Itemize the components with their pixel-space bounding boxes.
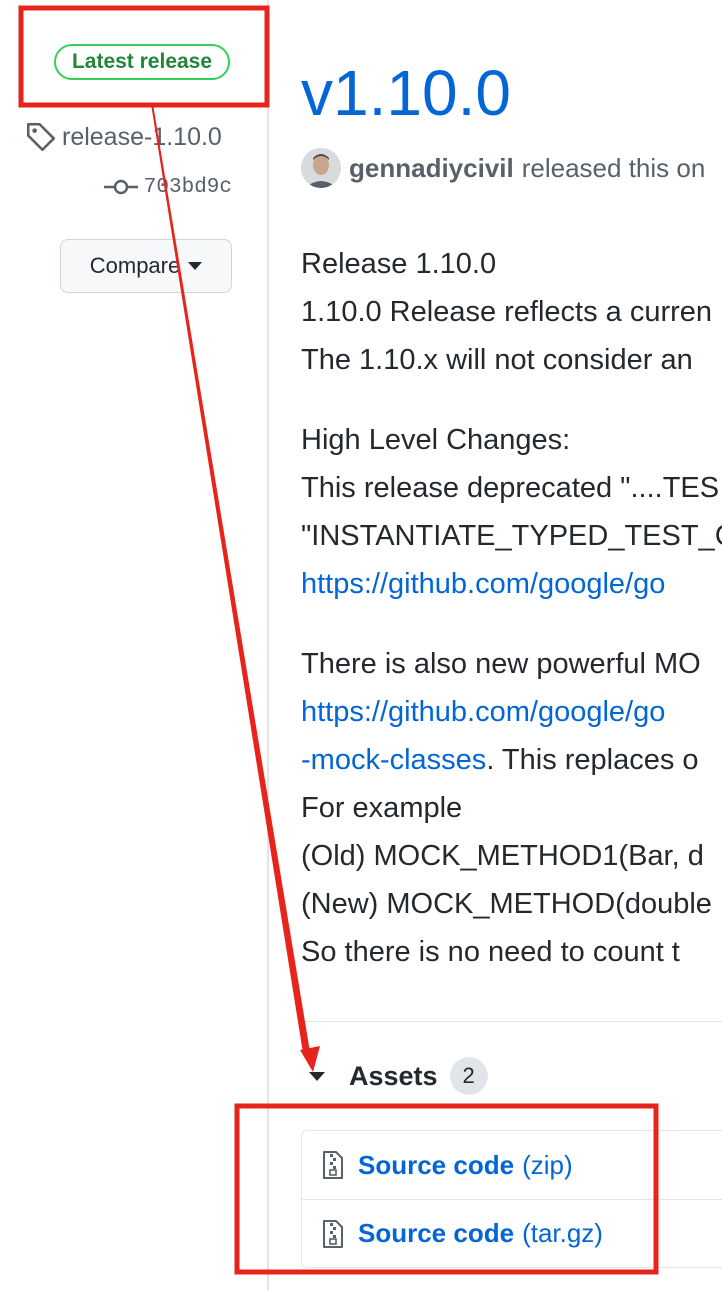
release-main: v1.10.0 gennadiycivil released this on R…	[269, 0, 722, 1290]
notes-line: 1.10.0 Release reflects a curren	[301, 296, 713, 328]
release-title[interactable]: v1.10.0	[301, 56, 511, 130]
notes-line: "INSTANTIATE_TYPED_TEST_CA	[301, 520, 722, 552]
release-sidebar: Latest release release-1.10.0 703bd9c Co…	[0, 0, 268, 1290]
latest-release-badge: Latest release	[54, 44, 230, 80]
notes-line: (Old) MOCK_METHOD1(Bar, d	[301, 840, 704, 872]
asset-name: Source code	[358, 1149, 515, 1180]
commit-link[interactable]: 703bd9c	[103, 172, 232, 202]
notes-line: So there is no need to count t	[301, 936, 680, 968]
compare-label: Compare	[89, 253, 181, 278]
file-zip-icon	[323, 1151, 343, 1179]
asset-type: (zip)	[522, 1149, 573, 1180]
notes-line: For example	[301, 792, 463, 824]
notes-line: There is also new powerful MO	[301, 648, 701, 680]
notes-line: The 1.10.x will not consider an	[301, 344, 693, 376]
avatar-image	[301, 148, 341, 188]
asset-item-targz[interactable]: Source code (tar.gz)	[302, 1199, 722, 1267]
file-zip-icon	[323, 1219, 343, 1248]
avatar[interactable]	[301, 148, 341, 188]
asset-list: Source code (zip) Source code (tar.gz)	[301, 1130, 722, 1268]
assets-toggle[interactable]: Assets 2	[309, 1056, 488, 1096]
commit-icon	[103, 179, 138, 195]
tag-icon	[26, 122, 56, 152]
triangle-down-icon	[309, 1071, 325, 1081]
notes-link[interactable]: https://github.com/google/go	[301, 696, 665, 728]
release-notes: Release 1.10.0 1.10.0 Release reflects a…	[301, 240, 722, 976]
asset-item-zip[interactable]: Source code (zip)	[302, 1131, 722, 1199]
assets-label: Assets	[349, 1060, 438, 1091]
commit-sha: 703bd9c	[143, 175, 232, 199]
notes-line: Release 1.10.0	[301, 248, 497, 280]
notes-line: This release deprecated "....TES	[301, 472, 720, 504]
asset-name: Source code	[358, 1218, 515, 1248]
notes-link[interactable]: -mock-classes	[301, 744, 486, 776]
tag-link[interactable]: release-1.10.0	[24, 119, 222, 155]
notes-link[interactable]: https://github.com/google/go	[301, 568, 665, 600]
compare-button[interactable]: Compare	[60, 239, 232, 293]
tag-label: release-1.10.0	[62, 122, 222, 151]
notes-line: High Level Changes:	[301, 424, 571, 456]
assets-divider	[301, 1021, 722, 1022]
author-name[interactable]: gennadiycivil	[349, 153, 514, 184]
released-text: released this on	[521, 152, 706, 183]
chevron-down-icon	[188, 262, 203, 270]
release-author-row: gennadiycivil released this on	[301, 148, 705, 188]
notes-text: . This replaces o	[486, 744, 699, 776]
notes-line: (New) MOCK_METHOD(double	[301, 888, 712, 920]
asset-type: (tar.gz)	[522, 1218, 603, 1248]
assets-count-badge: 2	[449, 1057, 488, 1095]
